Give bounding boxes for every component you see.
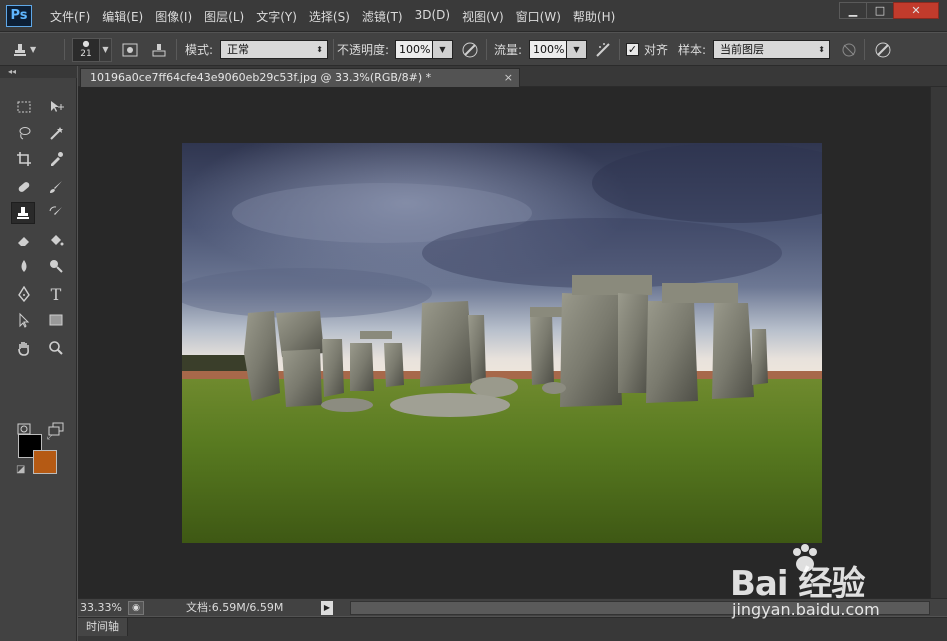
sample-label: 样本: <box>678 43 707 57</box>
minimize-icon[interactable]: ▁ <box>839 2 867 19</box>
zoom-icon[interactable] <box>44 337 68 359</box>
toggle-clone-source-panel-icon[interactable] <box>147 39 171 61</box>
menu-image[interactable]: 图像(I) <box>155 8 192 25</box>
flow-dropdown-icon[interactable]: ▼ <box>567 40 587 59</box>
quick-mask-icon[interactable] <box>12 418 36 440</box>
history-brush-icon[interactable] <box>44 202 68 224</box>
document-tab[interactable]: 10196a0ce7ff64cfe43e9060eb29c53f.jpg @ 3… <box>80 68 520 87</box>
menu-view[interactable]: 视图(V) <box>462 8 504 25</box>
brush-dropdown-icon[interactable]: ▼ <box>100 37 112 62</box>
menu-type[interactable]: 文字(Y) <box>256 8 297 25</box>
airbrush-icon[interactable] <box>591 39 615 61</box>
document-info: 文档:6.59M/6.59M <box>186 601 284 614</box>
document-image[interactable] <box>182 143 822 543</box>
main-menu: 文件(F) 编辑(E) 图像(I) 图层(L) 文字(Y) 选择(S) 滤镜(T… <box>50 8 627 25</box>
menu-select[interactable]: 选择(S) <box>309 8 350 25</box>
path-select-icon[interactable] <box>12 309 36 331</box>
select-arrows-icon: ⬍ <box>316 45 323 54</box>
screen-mode-icon[interactable] <box>44 418 68 440</box>
mode-label: 模式: <box>185 43 214 57</box>
timeline-tab[interactable]: 时间轴 <box>78 618 128 636</box>
maximize-icon[interactable]: □ <box>866 2 894 19</box>
photoshop-logo: Ps <box>6 5 32 27</box>
hand-icon[interactable] <box>12 337 36 359</box>
magic-wand-icon[interactable] <box>44 122 68 144</box>
menu-file[interactable]: 文件(F) <box>50 8 90 25</box>
mode-select[interactable]: 正常 ⬍ <box>220 40 328 59</box>
healing-brush-icon[interactable] <box>12 176 36 198</box>
eraser-icon[interactable] <box>12 229 36 251</box>
share-icon[interactable]: ◉ <box>128 601 144 615</box>
menu-window[interactable]: 窗口(W) <box>516 8 561 25</box>
flow-input[interactable]: 100% <box>529 40 567 59</box>
brush-size-picker[interactable]: ● 21 <box>72 37 100 62</box>
marquee-icon[interactable] <box>12 96 36 118</box>
stonehenge-photo <box>182 143 822 543</box>
align-label: 对齐 <box>644 43 669 57</box>
dodge-icon[interactable] <box>44 255 68 277</box>
menu-3d[interactable]: 3D(D) <box>415 8 450 25</box>
crop-icon[interactable] <box>12 148 36 170</box>
menu-help[interactable]: 帮助(H) <box>573 8 615 25</box>
flow-label: 流量: <box>494 43 523 57</box>
align-checkbox[interactable]: ✓ <box>626 43 639 56</box>
clone-stamp-preset-icon[interactable] <box>8 39 32 61</box>
text-icon[interactable]: T <box>44 283 68 305</box>
watermark-brand: Bai 经验 <box>730 564 865 604</box>
background-color-swatch[interactable] <box>33 450 57 474</box>
ignore-adjustment-layers-icon[interactable] <box>837 39 861 61</box>
menu-layer[interactable]: 图层(L) <box>204 8 244 25</box>
move-icon[interactable] <box>44 96 68 118</box>
vertical-scrollbar[interactable] <box>930 87 947 598</box>
pressure-size-icon[interactable] <box>871 39 895 61</box>
pen-icon[interactable] <box>12 283 36 305</box>
blur-icon[interactable] <box>12 255 36 277</box>
canvas-area[interactable] <box>78 87 947 598</box>
toggle-brush-panel-icon[interactable] <box>118 39 142 61</box>
clone-stamp-icon[interactable] <box>11 202 35 224</box>
collapse-panel-icon[interactable]: ◂◂ <box>0 66 77 78</box>
rectangle-icon[interactable] <box>44 309 68 331</box>
paint-bucket-icon[interactable] <box>44 229 68 251</box>
menu-bar: Ps 文件(F) 编辑(E) 图像(I) 图层(L) 文字(Y) 选择(S) 滤… <box>0 0 947 32</box>
sample-select[interactable]: 当前图层 ⬍ <box>713 40 830 59</box>
zoom-level[interactable]: 33.33% <box>80 599 122 617</box>
menu-filter[interactable]: 滤镜(T) <box>362 8 403 25</box>
close-icon[interactable]: × <box>504 69 513 87</box>
eyedropper-icon[interactable] <box>44 148 68 170</box>
default-colors-icon[interactable]: ◪ <box>16 464 25 475</box>
pressure-opacity-icon[interactable] <box>458 39 482 61</box>
document-tab-bar: 10196a0ce7ff64cfe43e9060eb29c53f.jpg @ 3… <box>78 66 947 87</box>
options-bar: ▼ ● 21 ▼ 模式: 正常 ⬍ 不透明度: 100% ▼ 流量: 100% … <box>0 33 947 66</box>
select-arrows-icon: ⬍ <box>818 45 825 54</box>
baidu-jingyan-watermark: Bai 经验 jingyan.baidu.com <box>730 544 930 628</box>
brush-icon[interactable] <box>44 176 68 198</box>
opacity-dropdown-icon[interactable]: ▼ <box>433 40 453 59</box>
opacity-label: 不透明度: <box>337 43 390 57</box>
status-menu-arrow-icon[interactable]: ▶ <box>321 601 333 615</box>
chevron-down-icon[interactable]: ▼ <box>30 45 36 54</box>
close-icon[interactable]: ✕ <box>893 2 939 19</box>
opacity-input[interactable]: 100% <box>395 40 433 59</box>
menu-edit[interactable]: 编辑(E) <box>102 8 143 25</box>
tools-panel: ◂◂ T ◪ ⤢ <box>0 66 77 641</box>
lasso-icon[interactable] <box>12 122 36 144</box>
watermark-site: jingyan.baidu.com <box>732 600 880 619</box>
